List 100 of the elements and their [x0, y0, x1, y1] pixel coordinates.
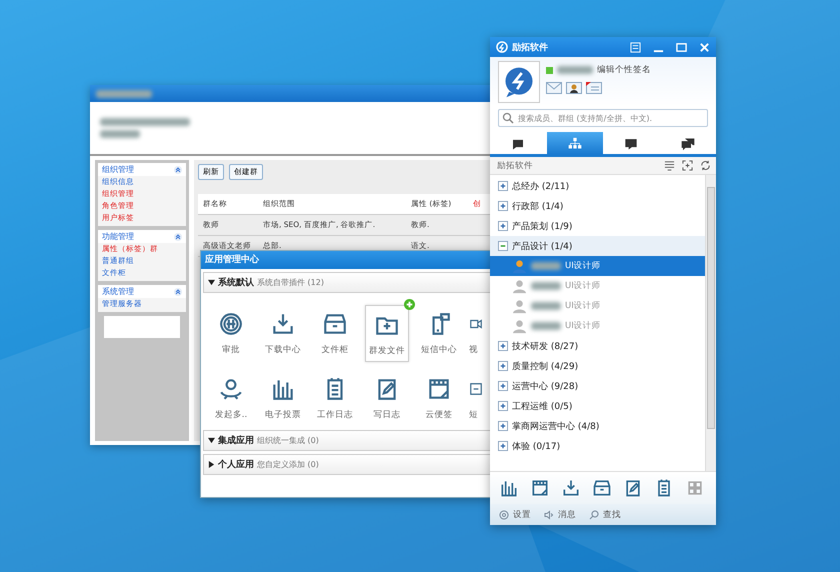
- blurred-member-name: [531, 322, 561, 330]
- avatar-logo-icon[interactable]: [498, 61, 540, 103]
- app-tile[interactable]: 工作日志: [313, 370, 357, 425]
- app-label: 短: [469, 409, 478, 421]
- department-row[interactable]: 行政部 (1/4): [490, 196, 705, 216]
- department-row[interactable]: 产品策划 (1/9): [490, 216, 705, 236]
- download-icon[interactable]: [561, 478, 581, 498]
- department-name: 产品设计 (1/4): [512, 240, 572, 252]
- app-label: 下载中心: [265, 344, 301, 356]
- expand-icon[interactable]: [498, 201, 508, 211]
- footer-button[interactable]: 设置: [498, 508, 531, 520]
- member-role: UI设计师: [565, 300, 601, 312]
- refresh-icon[interactable]: [700, 160, 711, 171]
- settings-icon: [498, 508, 510, 520]
- blurred-user-name: [557, 66, 593, 74]
- department-row[interactable]: 工程运维 (0/5): [490, 396, 705, 416]
- scrollbar[interactable]: [705, 175, 716, 471]
- member-row[interactable]: UI设计师: [490, 256, 705, 276]
- window-icon[interactable]: [530, 478, 550, 498]
- discussion-tab-icon: [680, 136, 696, 150]
- collapse-icon[interactable]: [174, 288, 182, 296]
- section-subtitle: 您自定义添加 (0): [257, 459, 319, 470]
- search-field[interactable]: 搜索成员、群组 (支持简/全拼、中文).: [498, 109, 708, 127]
- section-title: 集成应用: [218, 434, 254, 447]
- expand-icon[interactable]: [498, 341, 508, 351]
- section-title: 系统默认: [218, 276, 254, 289]
- section-header[interactable]: 集成应用 组织统一集成 (0): [203, 430, 491, 451]
- app-tile[interactable]: 文件柜: [313, 305, 357, 360]
- list-view-icon[interactable]: [664, 160, 675, 171]
- app-tile[interactable]: 短: [469, 370, 487, 425]
- expand-icon[interactable]: [498, 361, 508, 371]
- app-tile[interactable]: 写日志: [365, 370, 409, 425]
- expand-icon[interactable]: [498, 221, 508, 231]
- maximize-icon[interactable]: [676, 42, 687, 52]
- blurred-title: [96, 90, 152, 98]
- department-row[interactable]: 质量控制 (4/29): [490, 356, 705, 376]
- footer-button[interactable]: 消息: [543, 508, 576, 520]
- section-header[interactable]: 个人应用 您自定义添加 (0): [203, 454, 491, 475]
- member-role: UI设计师: [565, 260, 601, 272]
- expand-icon[interactable]: [498, 401, 508, 411]
- department-row[interactable]: 运营中心 (9/28): [490, 376, 705, 396]
- app-label: 发起多..: [214, 409, 248, 421]
- app-label: 云便签: [426, 409, 452, 421]
- search-icon: [588, 508, 600, 520]
- signature-text[interactable]: 编辑个性签名: [597, 64, 651, 76]
- app-tile[interactable]: 审批: [209, 305, 253, 360]
- app-label: 群发文件: [369, 345, 405, 357]
- seal-icon: [218, 311, 244, 337]
- search-icon: [502, 112, 514, 124]
- department-row[interactable]: 总经办 (2/11): [490, 176, 705, 196]
- blurred-member-name: [531, 302, 561, 310]
- message-icon: [543, 508, 555, 520]
- app-tile[interactable]: 短信中心: [417, 305, 461, 360]
- section-subtitle: 组织统一集成 (0): [257, 435, 319, 446]
- expand-icon[interactable]: [498, 421, 508, 431]
- app-tile[interactable]: 发起多..: [209, 370, 253, 425]
- section-header[interactable]: 系统默认 系统自带插件 (12): [203, 272, 491, 293]
- department-row[interactable]: 技术研发 (8/27): [490, 336, 705, 356]
- section-subtitle: 系统自带插件 (12): [257, 277, 324, 288]
- app-tile[interactable]: 电子投票: [261, 370, 305, 425]
- member-role: UI设计师: [565, 280, 601, 292]
- add-badge-icon[interactable]: [404, 299, 415, 310]
- app-label: 短信中心: [421, 344, 457, 356]
- expand-icon[interactable]: [498, 441, 508, 451]
- blurred-member-name: [531, 282, 561, 290]
- org-tab-icon: [566, 136, 583, 150]
- footer-button[interactable]: 查找: [588, 508, 621, 520]
- expand-icon[interactable]: [498, 381, 508, 391]
- app-label: 视: [469, 344, 478, 356]
- department-name: 体验 (0/17): [512, 440, 560, 452]
- department-row[interactable]: 体验 (0/17): [490, 436, 705, 456]
- app-label: 电子投票: [265, 409, 301, 421]
- close-icon[interactable]: [699, 42, 710, 52]
- department-row[interactable]: 掌商网运营中心 (4/8): [490, 416, 705, 436]
- collapse-icon[interactable]: [498, 241, 508, 251]
- department-name: 总经办 (2/11): [512, 180, 570, 192]
- department-row[interactable]: 产品设计 (1/4): [490, 236, 705, 256]
- app-label: 写日志: [374, 409, 400, 421]
- app-tile[interactable]: 视: [469, 305, 487, 360]
- collapse-icon[interactable]: [174, 166, 182, 174]
- app-label: 审批: [222, 344, 240, 356]
- blurred-member-name: [531, 262, 561, 270]
- department-name: 掌商网运营中心 (4/8): [512, 420, 600, 432]
- profile-card-icon[interactable]: [586, 82, 602, 94]
- collapse-icon[interactable]: [174, 232, 182, 240]
- app-label: 工作日志: [317, 409, 353, 421]
- department-name: 产品策划 (1/9): [512, 220, 572, 232]
- app-tile[interactable]: 下载中心: [261, 305, 305, 360]
- organization-label: 励拓软件: [497, 160, 533, 172]
- locate-icon[interactable]: [682, 160, 693, 171]
- window-title: 励拓软件: [512, 42, 548, 54]
- app-tile[interactable]: 云便签: [417, 370, 461, 425]
- expand-icon[interactable]: [498, 181, 508, 191]
- cabinet-icon[interactable]: [592, 478, 612, 498]
- app-label: 文件柜: [322, 344, 348, 356]
- contact-card-icon[interactable]: [566, 82, 582, 94]
- logo-icon: [496, 41, 508, 53]
- department-name: 运营中心 (9/28): [512, 380, 578, 392]
- section-title: 个人应用: [218, 458, 254, 471]
- app-tile[interactable]: 群发文件: [365, 305, 409, 362]
